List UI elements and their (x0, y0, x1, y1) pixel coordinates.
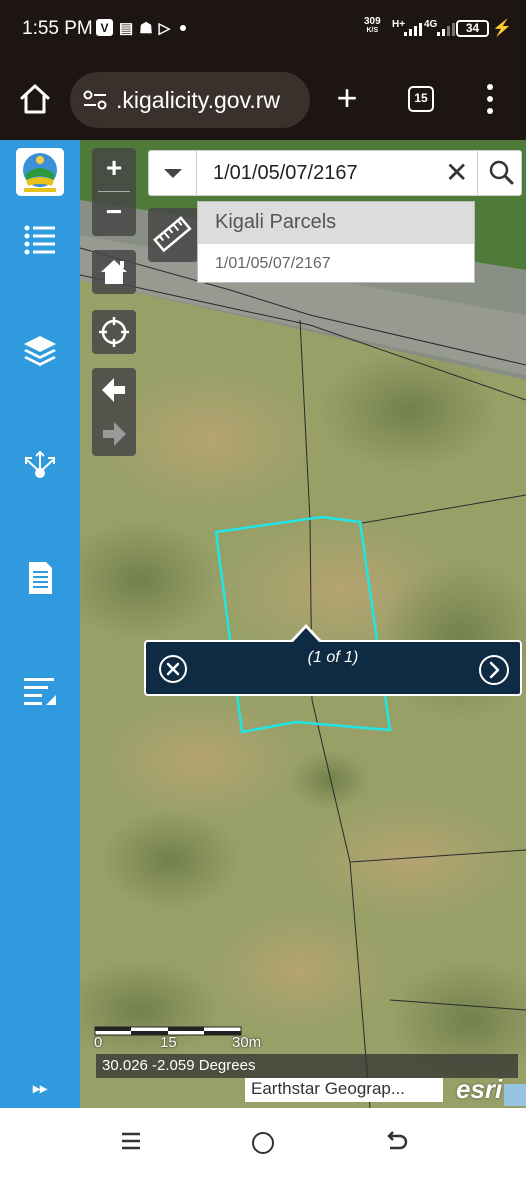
site-settings-icon[interactable] (82, 88, 108, 112)
back-nav-icon[interactable] (382, 1130, 408, 1154)
search-source-dropdown[interactable] (149, 151, 197, 195)
locate-icon (99, 317, 129, 347)
address-bar[interactable]: .kigalicity.gov.rw (70, 72, 310, 128)
signal-icon-2 (437, 22, 455, 36)
edit-list-icon[interactable] (22, 674, 58, 710)
home-extent-icon (101, 260, 127, 284)
system-navigation-bar (0, 1108, 526, 1178)
sidebar: ▸▸ (0, 140, 80, 1108)
layers-icon[interactable] (22, 334, 58, 370)
zoom-controls: + − (92, 148, 136, 236)
city-logo (16, 148, 64, 196)
scale-label-30m: 30m (232, 1034, 262, 1051)
browser-menu-icon[interactable] (482, 84, 498, 114)
status-bar: 1:55 PM V ▤ ☗ ▷ 309 K/S H+ 4G 34 ⚡ (0, 0, 526, 60)
network-speed: 309 K/S (364, 17, 381, 35)
scale-labels: 0 15 30m (92, 1034, 272, 1051)
clear-search-icon[interactable]: ✕ (445, 159, 468, 187)
home-icon[interactable] (18, 82, 52, 116)
ruler-icon (153, 216, 192, 253)
measure-button[interactable] (148, 208, 198, 262)
more-notifications-dot (180, 24, 187, 31)
coordinate-readout: 30.026 -2.059 Degrees (96, 1054, 518, 1078)
home-extent-button[interactable] (92, 250, 136, 294)
previous-extent-icon[interactable] (92, 368, 136, 412)
network-speed-unit: K/S (366, 27, 379, 34)
expand-sidebar-icon[interactable]: ▸▸ (33, 1080, 47, 1097)
search-input[interactable]: 1/01/05/07/2167 (213, 162, 358, 185)
android-icon: ☗ (139, 19, 153, 37)
tab-switcher-button[interactable]: 15 (408, 86, 434, 112)
popup-pointer-fill (293, 628, 319, 642)
feature-popup: (1 of 1) (144, 640, 522, 696)
recent-apps-icon[interactable] (120, 1130, 142, 1152)
esri-logo: esri (456, 1074, 503, 1104)
map-view[interactable]: ▸▸ + − 1/01/05/07/2167 ✕ Kigali Parcels … (0, 140, 526, 1108)
popup-title: (1 of 1) (307, 649, 359, 666)
notification-icons: V ▤ ☗ ▷ (96, 19, 187, 37)
map-attribution[interactable]: Earthstar Geograp... (245, 1078, 443, 1102)
signal-icon-1 (404, 22, 422, 36)
next-feature-icon[interactable] (478, 654, 510, 686)
charging-icon: ⚡ (492, 20, 512, 37)
extent-navigation (92, 368, 136, 456)
document-icon[interactable] (22, 560, 58, 596)
resize-corner-icon (504, 1084, 526, 1106)
zoom-in-button[interactable]: + (92, 148, 136, 192)
locate-button[interactable] (92, 310, 136, 354)
home-nav-icon[interactable] (252, 1132, 274, 1154)
list-icon[interactable] (22, 222, 58, 258)
message-icon: ▤ (119, 19, 134, 37)
play-icon: ▷ (158, 19, 171, 37)
search-suggestions: Kigali Parcels 1/01/05/07/2167 (197, 201, 475, 283)
search-widget: 1/01/05/07/2167 ✕ (148, 150, 522, 196)
suggestion-group-header: Kigali Parcels (198, 202, 474, 244)
battery-icon: 34 (456, 20, 489, 37)
v-app-icon: V (96, 19, 113, 36)
network-speed-value: 309 (364, 16, 381, 27)
url-text[interactable]: .kigalicity.gov.rw (116, 87, 306, 114)
new-tab-button[interactable]: + (332, 80, 362, 116)
network-type-2: 4G (424, 19, 438, 30)
next-extent-icon[interactable] (92, 412, 136, 456)
search-button[interactable] (477, 151, 523, 195)
zoom-out-button[interactable]: − (92, 192, 136, 236)
browser-toolbar: .kigalicity.gov.rw + 15 (0, 60, 526, 140)
suggestion-item[interactable]: 1/01/05/07/2167 (198, 244, 474, 282)
url-domain: .kigalicity.gov.rw (116, 87, 281, 113)
status-clock: 1:55 PM (22, 18, 93, 39)
scale-label-0: 0 (94, 1034, 103, 1051)
search-icon (489, 160, 514, 185)
network-icon[interactable] (22, 448, 58, 484)
scale-label-15: 15 (160, 1034, 177, 1051)
